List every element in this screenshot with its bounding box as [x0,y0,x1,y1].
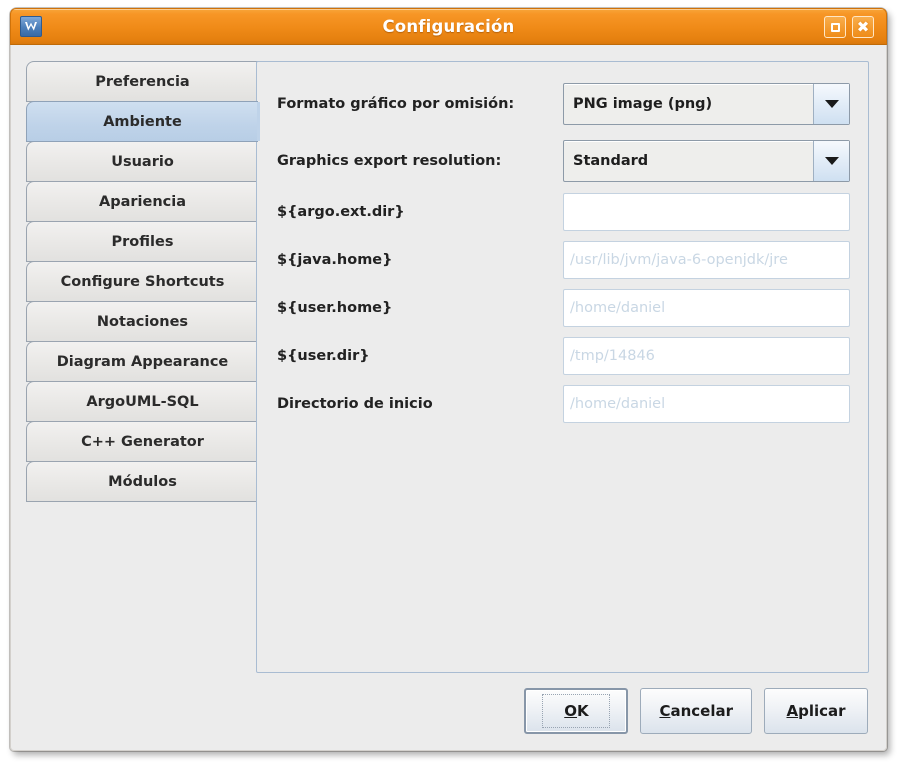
row-argo-ext-dir: ${argo.ext.dir} [277,190,850,234]
label-user-home: ${user.home} [277,300,393,316]
tab-label: Ambiente [103,113,182,130]
field-value: /home/daniel [570,396,666,412]
apply-button-label: plicar [798,702,846,720]
apply-button[interactable]: Aplicar [764,688,868,734]
argo-ext-dir-input[interactable] [563,193,850,231]
field-value: /home/daniel [570,300,666,316]
dialog-button-bar: OK Cancelar Aplicar [524,688,868,734]
cancel-button-label: ancelar [670,702,733,720]
settings-tab-list: Preferencia Ambiente Usuario Apariencia … [26,61,260,502]
row-startup-directory: Directorio de inicio /home/daniel [277,382,850,426]
field-value: /tmp/14846 [570,348,655,364]
row-default-graphic-format: Formato gráfico por omisión: PNG image (… [277,82,850,126]
row-java-home: ${java.home} /usr/lib/jvm/java-6-openjdk… [277,238,850,282]
tab-label: Apariencia [98,193,186,210]
window-title: Configuración [382,17,515,36]
graphics-export-resolution-combobox[interactable]: Standard [563,140,850,182]
combobox-value: PNG image (png) [573,96,713,112]
ok-button-mnemonic: O [564,702,578,720]
tab-label: Notaciones [96,313,189,330]
chevron-down-icon[interactable] [813,141,849,181]
maximize-button[interactable] [824,16,846,38]
java-home-input[interactable]: /usr/lib/jvm/java-6-openjdk/jre [563,241,850,279]
configuration-dialog: Configuración ✖ Preferencia Ambiente Usu… [10,8,887,751]
title-bar[interactable]: Configuración ✖ [10,8,887,45]
tab-label: Configure Shortcuts [60,273,225,290]
ok-button-label: K [577,702,589,720]
sidebar-item-cpp-generator[interactable]: C++ Generator [26,421,258,462]
sidebar-item-usuario[interactable]: Usuario [26,141,258,182]
sidebar-item-preferencia[interactable]: Preferencia [26,61,258,102]
maximize-icon [830,22,840,32]
sidebar-item-apariencia[interactable]: Apariencia [26,181,258,222]
chevron-down-icon[interactable] [813,84,849,124]
row-user-dir: ${user.dir} /tmp/14846 [277,334,850,378]
ambiente-settings-panel: Formato gráfico por omisión: PNG image (… [256,61,869,673]
default-graphic-format-combobox[interactable]: PNG image (png) [563,83,850,125]
label-graphics-export-resolution: Graphics export resolution: [277,153,502,169]
sidebar-item-notaciones[interactable]: Notaciones [26,301,258,342]
sidebar-item-ambiente[interactable]: Ambiente [26,101,260,142]
user-dir-input[interactable]: /tmp/14846 [563,337,850,375]
close-icon: ✖ [856,17,870,36]
label-default-graphic-format: Formato gráfico por omisión: [277,96,515,112]
apply-button-mnemonic: A [786,702,799,720]
tab-label: Profiles [111,233,174,250]
sidebar-item-diagram-appearance[interactable]: Diagram Appearance [26,341,258,382]
tab-label: Diagram Appearance [56,353,229,370]
sidebar-item-argouml-sql[interactable]: ArgoUML-SQL [26,381,258,422]
cancel-button[interactable]: Cancelar [640,688,752,734]
label-java-home: ${java.home} [277,252,393,268]
tab-label: C++ Generator [81,433,204,450]
sidebar-item-modulos[interactable]: Módulos [26,461,258,502]
ok-button[interactable]: OK [524,688,629,734]
label-argo-ext-dir: ${argo.ext.dir} [277,204,405,220]
combobox-value: Standard [573,153,649,169]
label-startup-directory: Directorio de inicio [277,396,433,412]
dialog-body: Preferencia Ambiente Usuario Apariencia … [10,45,887,751]
user-home-input[interactable]: /home/daniel [563,289,850,327]
label-user-dir: ${user.dir} [277,348,370,364]
cancel-button-mnemonic: C [659,702,671,720]
sidebar-item-profiles[interactable]: Profiles [26,221,258,262]
tab-label: Usuario [111,153,174,170]
tab-label: Módulos [108,473,177,490]
close-button[interactable]: ✖ [852,16,874,38]
sidebar-item-configure-shortcuts[interactable]: Configure Shortcuts [26,261,258,302]
startup-directory-input[interactable]: /home/daniel [563,385,850,423]
row-user-home: ${user.home} /home/daniel [277,286,850,330]
tab-label: Preferencia [95,73,190,90]
field-value: /usr/lib/jvm/java-6-openjdk/jre [570,252,788,268]
tab-label: ArgoUML-SQL [86,393,199,410]
row-graphics-export-resolution: Graphics export resolution: Standard [277,139,850,183]
